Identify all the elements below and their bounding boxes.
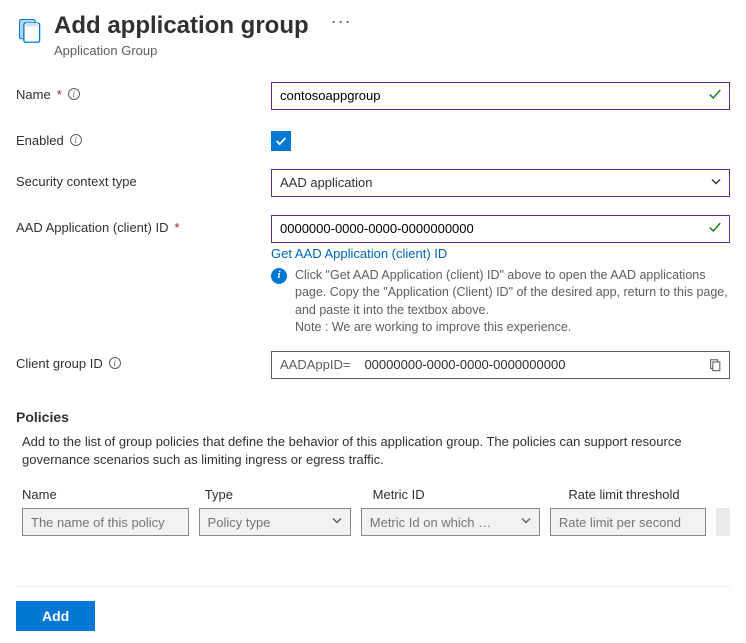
client-group-id-field: AADAppID= 00000000-0000-0000-0000000000 — [271, 351, 730, 379]
info-icon[interactable]: i — [109, 357, 121, 369]
policies-section-title: Policies — [16, 409, 730, 425]
enabled-label: Enabled — [16, 133, 64, 148]
required-marker: * — [57, 87, 62, 102]
policy-col-type: Type — [205, 487, 363, 502]
add-button[interactable]: Add — [16, 601, 95, 631]
policy-row-action-area — [716, 508, 730, 536]
client-group-id-value: 00000000-0000-0000-0000000000 — [358, 357, 701, 372]
page-title: Add application group — [54, 12, 309, 41]
more-actions-button[interactable]: ··· — [331, 12, 352, 30]
policy-type-select[interactable] — [199, 508, 351, 536]
info-icon[interactable]: i — [70, 134, 82, 146]
info-icon[interactable]: i — [68, 88, 80, 100]
policy-metric-select[interactable] — [361, 508, 540, 536]
security-context-label: Security context type — [16, 174, 137, 189]
get-aad-client-id-link[interactable]: Get AAD Application (client) ID — [271, 246, 447, 261]
client-group-id-prefix: AADAppID= — [272, 357, 358, 372]
client-group-id-label: Client group ID — [16, 356, 103, 371]
policy-col-metric: Metric ID — [373, 487, 559, 502]
page-subtitle: Application Group — [54, 43, 309, 58]
name-label: Name — [16, 87, 51, 102]
copy-button[interactable] — [701, 352, 729, 378]
policy-col-name: Name — [22, 487, 195, 502]
required-marker: * — [174, 220, 179, 235]
aad-client-id-input[interactable] — [271, 215, 730, 243]
policies-description: Add to the list of group policies that d… — [16, 433, 730, 469]
name-input[interactable] — [271, 82, 730, 110]
enabled-checkbox[interactable] — [271, 131, 291, 151]
app-group-icon — [16, 16, 44, 44]
aad-client-id-label: AAD Application (client) ID — [16, 220, 168, 235]
policy-rate-input[interactable] — [550, 508, 706, 536]
security-context-select[interactable]: AAD application — [271, 169, 730, 197]
aad-client-id-help-text: Click "Get AAD Application (client) ID" … — [295, 267, 730, 337]
info-icon: i — [271, 268, 287, 284]
policy-col-rate: Rate limit threshold — [568, 487, 730, 502]
policy-name-input[interactable] — [22, 508, 189, 536]
